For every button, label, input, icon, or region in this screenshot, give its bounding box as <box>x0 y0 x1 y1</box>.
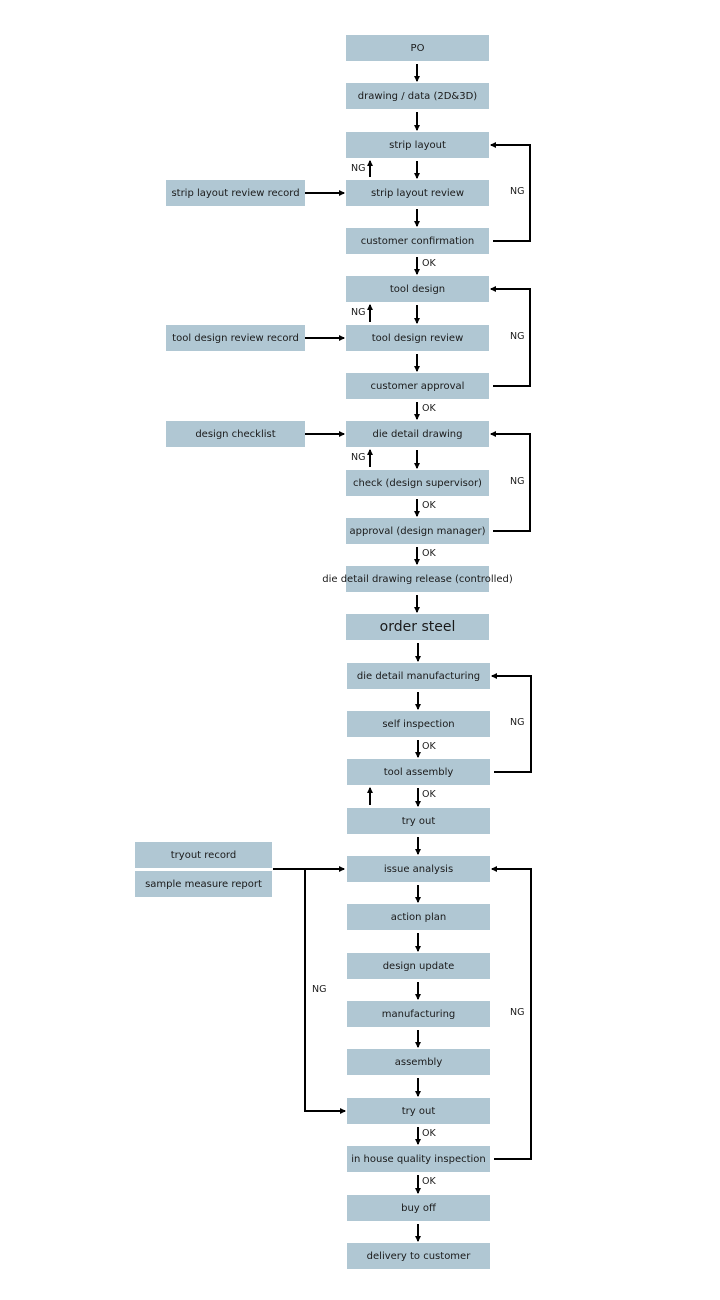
ng-label: NG <box>510 1007 525 1018</box>
process-step-box: PO <box>346 35 489 61</box>
process-step-box: customer approval <box>346 373 489 399</box>
process-step-box: order steel <box>346 614 489 640</box>
process-step-box: in house quality inspection <box>347 1146 490 1172</box>
ok-label: OK <box>422 403 436 414</box>
ng-label: NG <box>312 984 327 995</box>
ng-label: NG <box>510 330 525 342</box>
ng-label: NG <box>510 475 525 487</box>
ok-label: OK <box>422 500 436 511</box>
ng-label: NG <box>510 717 525 728</box>
process-step-box: assembly <box>347 1049 490 1075</box>
ok-label: OK <box>422 1128 436 1139</box>
process-step-box: tool design review <box>346 325 489 351</box>
ok-label: OK <box>422 741 436 752</box>
process-step-box: try out <box>347 1098 490 1124</box>
input-document-box: sample measure report <box>135 871 272 897</box>
ng-label: NG <box>351 452 366 463</box>
input-document-box: tryout record <box>135 842 272 868</box>
process-step-box: approval (design manager) <box>346 518 489 544</box>
process-step-box: strip layout <box>346 132 489 158</box>
process-step-box: strip layout review <box>346 180 489 206</box>
ok-label: OK <box>422 789 436 800</box>
process-step-box: tool assembly <box>347 759 490 785</box>
process-step-box: buy off <box>347 1195 490 1221</box>
process-step-box: manufacturing <box>347 1001 490 1027</box>
ng-label: NG <box>351 163 366 174</box>
process-step-box: die detail drawing release (controlled) <box>322 566 513 592</box>
process-step-box: drawing / data (2D&3D) <box>346 83 489 109</box>
ng-label: NG <box>510 186 525 197</box>
process-flowchart: PO drawing / data (2D&3D) strip layout stri… <box>0 0 720 1300</box>
ok-label: OK <box>422 258 436 269</box>
process-step-box: die detail manufacturing <box>347 663 490 689</box>
input-document-box: design checklist <box>166 421 305 447</box>
input-document-box: tool design review record <box>166 325 305 351</box>
process-step-box: tool design <box>346 276 489 302</box>
process-step-box: self inspection <box>347 711 490 737</box>
process-step-box: action plan <box>347 904 490 930</box>
ok-label: OK <box>422 548 436 559</box>
input-document-box: strip layout review record <box>166 180 305 206</box>
process-step-box: delivery to customer <box>347 1243 490 1269</box>
process-step-box: die detail drawing <box>346 421 489 447</box>
process-step-box: issue analysis <box>347 856 490 882</box>
ng-label: NG <box>351 307 366 318</box>
process-step-box: check (design supervisor) <box>346 470 489 496</box>
ok-label: OK <box>422 1176 436 1187</box>
process-step-box: design update <box>347 953 490 979</box>
process-step-box: try out <box>347 808 490 834</box>
process-step-box: customer confirmation <box>346 228 489 254</box>
